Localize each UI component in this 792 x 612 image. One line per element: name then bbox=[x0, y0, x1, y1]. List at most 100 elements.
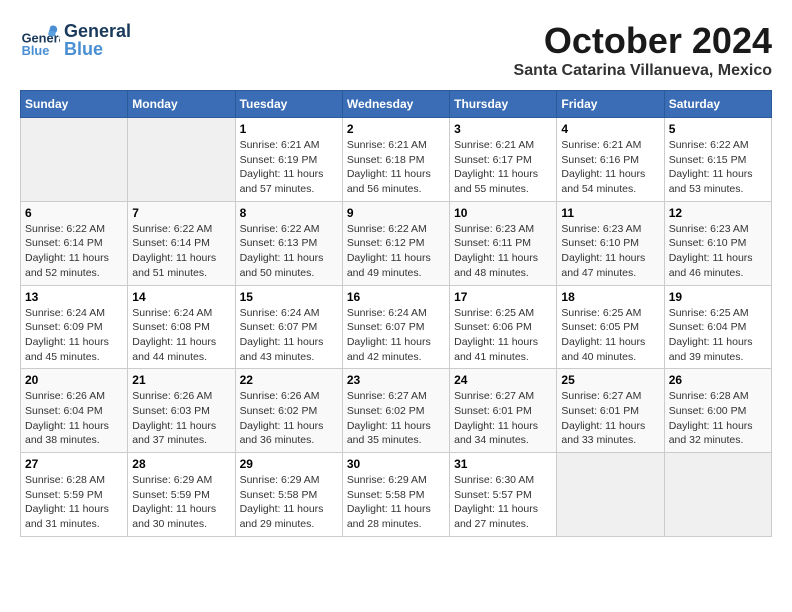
day-info: Sunrise: 6:24 AMSunset: 6:09 PMDaylight:… bbox=[25, 306, 123, 365]
day-info: Sunrise: 6:29 AMSunset: 5:59 PMDaylight:… bbox=[132, 473, 230, 532]
calendar-cell: 24 Sunrise: 6:27 AMSunset: 6:01 PMDayligh… bbox=[450, 369, 557, 453]
day-number: 13 bbox=[25, 290, 123, 304]
calendar-cell: 11 Sunrise: 6:23 AMSunset: 6:10 PMDayligh… bbox=[557, 201, 664, 285]
day-info: Sunrise: 6:22 AMSunset: 6:15 PMDaylight:… bbox=[669, 138, 767, 197]
calendar-cell: 7 Sunrise: 6:22 AMSunset: 6:14 PMDaylight… bbox=[128, 201, 235, 285]
day-info: Sunrise: 6:27 AMSunset: 6:01 PMDaylight:… bbox=[561, 389, 659, 448]
calendar-cell: 29 Sunrise: 6:29 AMSunset: 5:58 PMDayligh… bbox=[235, 453, 342, 537]
weekday-header-row: SundayMondayTuesdayWednesdayThursdayFrid… bbox=[21, 91, 772, 118]
day-number: 14 bbox=[132, 290, 230, 304]
weekday-header: Sunday bbox=[21, 91, 128, 118]
weekday-header: Monday bbox=[128, 91, 235, 118]
calendar-cell: 28Sunrise: 6:29 AMSunset: 5:59 PMDayligh… bbox=[128, 453, 235, 537]
calendar-cell: 12Sunrise: 6:23 AMSunset: 6:10 PMDayligh… bbox=[664, 201, 771, 285]
month-title: October 2024 bbox=[514, 20, 772, 62]
day-number: 10 bbox=[454, 206, 552, 220]
day-number: 8 bbox=[240, 206, 338, 220]
day-info: Sunrise: 6:28 AMSunset: 6:00 PMDaylight:… bbox=[669, 389, 767, 448]
calendar-cell: 21 Sunrise: 6:26 AMSunset: 6:03 PMDayligh… bbox=[128, 369, 235, 453]
calendar-cell: 23Sunrise: 6:27 AMSunset: 6:02 PMDayligh… bbox=[342, 369, 449, 453]
day-info: Sunrise: 6:22 AMSunset: 6:12 PMDaylight:… bbox=[347, 222, 445, 281]
day-number: 16 bbox=[347, 290, 445, 304]
day-info: Sunrise: 6:22 AMSunset: 6:14 PMDaylight:… bbox=[132, 222, 230, 281]
calendar-cell: 5Sunrise: 6:22 AMSunset: 6:15 PMDaylight… bbox=[664, 118, 771, 202]
logo: General Blue GeneralBlue bbox=[20, 20, 131, 60]
title-block: October 2024 Santa Catarina Villanueva, … bbox=[514, 20, 772, 80]
day-number: 20 bbox=[25, 373, 123, 387]
day-number: 21 bbox=[132, 373, 230, 387]
calendar-cell: 17 Sunrise: 6:25 AMSunset: 6:06 PMDayligh… bbox=[450, 285, 557, 369]
calendar-cell bbox=[664, 453, 771, 537]
day-number: 12 bbox=[669, 206, 767, 220]
calendar-week-row: 1Sunrise: 6:21 AMSunset: 6:19 PMDaylight… bbox=[21, 118, 772, 202]
calendar-week-row: 27 Sunrise: 6:28 AMSunset: 5:59 PMDayligh… bbox=[21, 453, 772, 537]
calendar-cell: 2Sunrise: 6:21 AMSunset: 6:18 PMDaylight… bbox=[342, 118, 449, 202]
calendar-cell: 14 Sunrise: 6:24 AMSunset: 6:08 PMDayligh… bbox=[128, 285, 235, 369]
calendar-cell: 18 Sunrise: 6:25 AMSunset: 6:05 PMDayligh… bbox=[557, 285, 664, 369]
day-number: 31 bbox=[454, 457, 552, 471]
day-info: Sunrise: 6:21 AMSunset: 6:16 PMDaylight:… bbox=[561, 138, 659, 197]
calendar-cell bbox=[557, 453, 664, 537]
day-info: Sunrise: 6:28 AMSunset: 5:59 PMDaylight:… bbox=[25, 473, 123, 532]
weekday-header: Wednesday bbox=[342, 91, 449, 118]
logo-blue: Blue bbox=[64, 40, 131, 58]
calendar-cell: 9 Sunrise: 6:22 AMSunset: 6:12 PMDaylight… bbox=[342, 201, 449, 285]
day-info: Sunrise: 6:26 AMSunset: 6:04 PMDaylight:… bbox=[25, 389, 123, 448]
day-info: Sunrise: 6:24 AMSunset: 6:08 PMDaylight:… bbox=[132, 306, 230, 365]
day-number: 9 bbox=[347, 206, 445, 220]
day-number: 1 bbox=[240, 122, 338, 136]
calendar-week-row: 13 Sunrise: 6:24 AMSunset: 6:09 PMDayligh… bbox=[21, 285, 772, 369]
day-number: 24 bbox=[454, 373, 552, 387]
day-number: 4 bbox=[561, 122, 659, 136]
day-number: 30 bbox=[347, 457, 445, 471]
day-number: 6 bbox=[25, 206, 123, 220]
svg-text:Blue: Blue bbox=[22, 43, 50, 58]
calendar-week-row: 20 Sunrise: 6:26 AMSunset: 6:04 PMDayligh… bbox=[21, 369, 772, 453]
calendar-cell bbox=[21, 118, 128, 202]
weekday-header: Tuesday bbox=[235, 91, 342, 118]
day-number: 17 bbox=[454, 290, 552, 304]
logo-icon: General Blue bbox=[20, 20, 60, 60]
day-info: Sunrise: 6:26 AMSunset: 6:03 PMDaylight:… bbox=[132, 389, 230, 448]
logo-general: General bbox=[64, 22, 131, 40]
calendar-week-row: 6 Sunrise: 6:22 AMSunset: 6:14 PMDaylight… bbox=[21, 201, 772, 285]
day-number: 27 bbox=[25, 457, 123, 471]
calendar-cell bbox=[128, 118, 235, 202]
calendar-cell: 26 Sunrise: 6:28 AMSunset: 6:00 PMDayligh… bbox=[664, 369, 771, 453]
day-info: Sunrise: 6:29 AMSunset: 5:58 PMDaylight:… bbox=[240, 473, 338, 532]
weekday-header: Thursday bbox=[450, 91, 557, 118]
calendar-cell: 16 Sunrise: 6:24 AMSunset: 6:07 PMDayligh… bbox=[342, 285, 449, 369]
day-info: Sunrise: 6:22 AMSunset: 6:14 PMDaylight:… bbox=[25, 222, 123, 281]
day-number: 23 bbox=[347, 373, 445, 387]
page-header: General Blue GeneralBlue October 2024 Sa… bbox=[20, 20, 772, 80]
day-info: Sunrise: 6:21 AMSunset: 6:17 PMDaylight:… bbox=[454, 138, 552, 197]
calendar-cell: 8 Sunrise: 6:22 AMSunset: 6:13 PMDaylight… bbox=[235, 201, 342, 285]
day-number: 25 bbox=[561, 373, 659, 387]
day-number: 2 bbox=[347, 122, 445, 136]
location-subtitle: Santa Catarina Villanueva, Mexico bbox=[514, 62, 772, 80]
weekday-header: Friday bbox=[557, 91, 664, 118]
day-number: 15 bbox=[240, 290, 338, 304]
calendar-cell: 25 Sunrise: 6:27 AMSunset: 6:01 PMDayligh… bbox=[557, 369, 664, 453]
day-number: 7 bbox=[132, 206, 230, 220]
day-info: Sunrise: 6:23 AMSunset: 6:11 PMDaylight:… bbox=[454, 222, 552, 281]
day-number: 26 bbox=[669, 373, 767, 387]
day-number: 19 bbox=[669, 290, 767, 304]
day-info: Sunrise: 6:22 AMSunset: 6:13 PMDaylight:… bbox=[240, 222, 338, 281]
calendar-cell: 3Sunrise: 6:21 AMSunset: 6:17 PMDaylight… bbox=[450, 118, 557, 202]
day-info: Sunrise: 6:27 AMSunset: 6:01 PMDaylight:… bbox=[454, 389, 552, 448]
day-info: Sunrise: 6:24 AMSunset: 6:07 PMDaylight:… bbox=[347, 306, 445, 365]
day-number: 11 bbox=[561, 206, 659, 220]
calendar-cell: 13 Sunrise: 6:24 AMSunset: 6:09 PMDayligh… bbox=[21, 285, 128, 369]
calendar-cell: 31Sunrise: 6:30 AMSunset: 5:57 PMDayligh… bbox=[450, 453, 557, 537]
calendar-cell: 22Sunrise: 6:26 AMSunset: 6:02 PMDayligh… bbox=[235, 369, 342, 453]
day-info: Sunrise: 6:25 AMSunset: 6:05 PMDaylight:… bbox=[561, 306, 659, 365]
day-info: Sunrise: 6:29 AMSunset: 5:58 PMDaylight:… bbox=[347, 473, 445, 532]
day-number: 29 bbox=[240, 457, 338, 471]
day-info: Sunrise: 6:23 AMSunset: 6:10 PMDaylight:… bbox=[561, 222, 659, 281]
day-number: 18 bbox=[561, 290, 659, 304]
day-info: Sunrise: 6:25 AMSunset: 6:06 PMDaylight:… bbox=[454, 306, 552, 365]
calendar-cell: 30 Sunrise: 6:29 AMSunset: 5:58 PMDayligh… bbox=[342, 453, 449, 537]
calendar-header: SundayMondayTuesdayWednesdayThursdayFrid… bbox=[21, 91, 772, 118]
calendar-cell: 4 Sunrise: 6:21 AMSunset: 6:16 PMDaylight… bbox=[557, 118, 664, 202]
